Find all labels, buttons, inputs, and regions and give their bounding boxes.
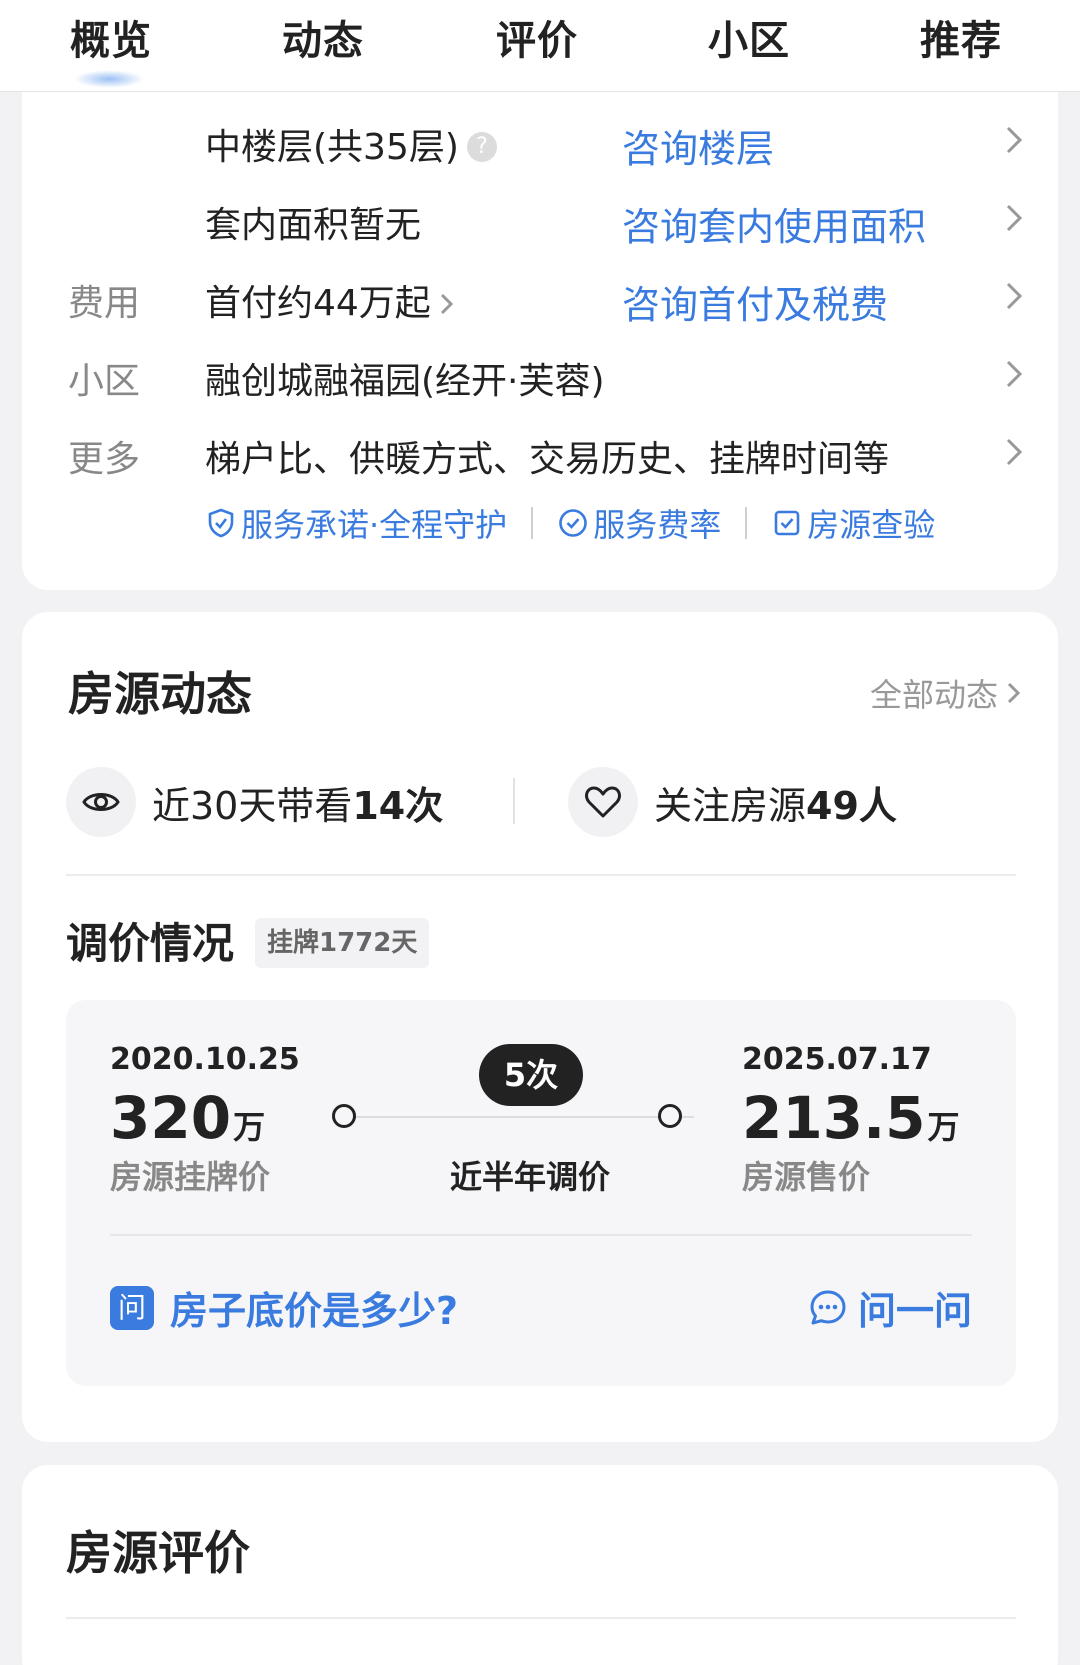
- sale-price-caption: 房源售价: [742, 1158, 871, 1196]
- divider: [66, 874, 1016, 876]
- eye-icon: [66, 767, 136, 837]
- section-title: 房源动态: [68, 667, 252, 721]
- chevron-right-icon: [1006, 360, 1023, 388]
- chevron-right-icon: [1006, 126, 1023, 154]
- start-date: 2020.10.25: [110, 1042, 300, 1077]
- detail-value: 融创城融福园(经开·芙蓉): [205, 361, 605, 402]
- detail-label: 更多: [68, 439, 141, 480]
- tab-community[interactable]: 小区: [708, 8, 790, 66]
- listing-price-caption: 房源挂牌价: [110, 1158, 271, 1196]
- views-value: 14次: [352, 783, 444, 828]
- divider: [745, 507, 748, 539]
- section-title: 房源评价: [66, 1526, 250, 1580]
- top-tab-bar: 概览 动态 评价 小区 推荐: [0, 0, 1080, 92]
- chevron-right-icon: [1006, 438, 1023, 466]
- detail-row-floor[interactable]: 中楼层(共35层)? 咨询楼层: [22, 112, 1058, 172]
- follows-label: 关注房源: [654, 783, 807, 828]
- detail-row-fees[interactable]: 费用 首付约44万起 咨询首付及税费: [22, 268, 1058, 328]
- question-text: 房子底价是多少?: [170, 1289, 459, 1333]
- review-card: 房源评价: [22, 1465, 1058, 1665]
- chat-bubble-icon: [810, 1290, 846, 1324]
- timeline-start-dot: [332, 1104, 356, 1128]
- shield-check-icon: [208, 508, 234, 538]
- square-check-icon: [774, 510, 800, 536]
- detail-row-area[interactable]: 套内面积暂无 咨询套内使用面积: [22, 190, 1058, 250]
- circle-check-icon: [559, 509, 587, 537]
- adjust-count-badge: 5次: [479, 1044, 583, 1106]
- detail-value[interactable]: 首付约44万起: [205, 274, 455, 326]
- divider: [66, 1617, 1016, 1619]
- dynamics-card: 房源动态 全部动态 近30天带看14次 关注房源49人 调价情况 挂牌1772天…: [22, 612, 1058, 1442]
- consult-downpayment-link[interactable]: 咨询首付及税费: [622, 274, 888, 329]
- adjust-caption: 近半年调价: [449, 1158, 610, 1196]
- details-card: 中楼层(共35层)? 咨询楼层 套内面积暂无 咨询套内使用面积 费用 首付约44…: [22, 92, 1058, 590]
- detail-value: 梯户比、供暖方式、交易历史、挂牌时间等: [205, 439, 890, 480]
- end-date: 2025.07.17: [742, 1042, 932, 1077]
- detail-label: 小区: [68, 361, 141, 402]
- follows-value: 49人: [806, 783, 897, 828]
- tab-recommend[interactable]: 推荐: [920, 8, 1002, 66]
- consult-area-link[interactable]: 咨询套内使用面积: [622, 196, 926, 251]
- ask-button[interactable]: 问一问: [808, 1280, 972, 1335]
- chevron-right-icon: [440, 293, 453, 315]
- timeline-end-dot: [658, 1104, 682, 1128]
- views-stat: 近30天带看14次: [66, 766, 443, 838]
- floor-price-question[interactable]: 问 房子底价是多少?: [110, 1280, 458, 1335]
- divider: [513, 778, 515, 824]
- views-label: 近30天带看: [152, 783, 353, 828]
- chevron-right-icon: [1007, 682, 1021, 704]
- service-fee-link[interactable]: 服务费率: [557, 500, 721, 546]
- sale-price: 213.5万: [742, 1084, 960, 1152]
- price-history-box: 2020.10.25 320万 房源挂牌价 5次 近半年调价 2025.07.1…: [66, 1000, 1016, 1386]
- listing-days-badge: 挂牌1772天: [255, 918, 430, 968]
- detail-label: 费用: [68, 283, 141, 324]
- listing-inspection-link[interactable]: 房源查验: [771, 500, 935, 546]
- tab-overview[interactable]: 概览: [70, 8, 152, 88]
- detail-row-community[interactable]: 小区 融创城融福园(经开·芙蓉): [22, 346, 1058, 406]
- question-icon: 问: [110, 1285, 154, 1330]
- all-dynamics-link[interactable]: 全部动态: [870, 670, 1022, 716]
- detail-row-more[interactable]: 更多 梯户比、供暖方式、交易历史、挂牌时间等: [22, 424, 1058, 484]
- detail-value: 套内面积暂无: [205, 205, 422, 246]
- divider: [531, 507, 534, 539]
- heart-icon: [568, 767, 638, 837]
- service-promise-link[interactable]: 服务承诺·全程守护: [205, 500, 507, 546]
- help-icon[interactable]: ?: [466, 132, 497, 162]
- consult-floor-link[interactable]: 咨询楼层: [622, 118, 774, 173]
- listing-price: 320万: [110, 1084, 266, 1152]
- price-adjust-title: 调价情况: [66, 919, 235, 968]
- chevron-right-icon: [1006, 282, 1023, 310]
- service-links: 服务承诺·全程守护 服务费率 房源查验: [205, 500, 935, 546]
- follows-stat: 关注房源49人: [568, 766, 897, 838]
- chevron-right-icon: [1006, 204, 1023, 232]
- divider: [110, 1234, 972, 1236]
- tab-dynamics[interactable]: 动态: [282, 8, 364, 66]
- timeline-line: [354, 1116, 694, 1118]
- detail-value: 中楼层(共35层)?: [205, 118, 497, 170]
- tab-reviews[interactable]: 评价: [496, 8, 578, 66]
